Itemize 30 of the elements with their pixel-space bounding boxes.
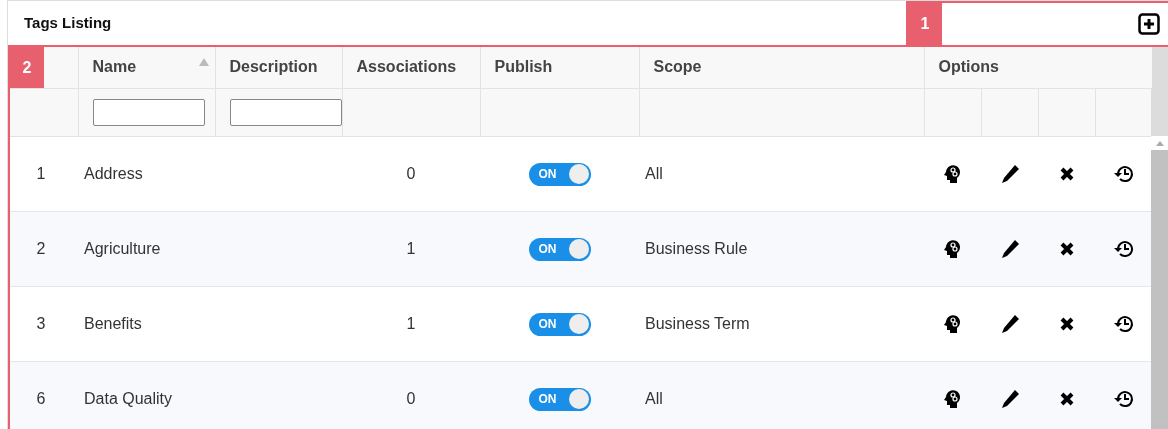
association-count: 0	[406, 164, 416, 182]
delete-icon[interactable]	[1058, 241, 1075, 258]
scope-text: All	[645, 389, 663, 407]
filter-field[interactable]	[229, 98, 342, 126]
scope-text: Business Rule	[645, 239, 748, 257]
column-header[interactable]: Name	[92, 58, 137, 76]
column-header[interactable]: Publish	[494, 58, 553, 76]
column-header[interactable]: Scope	[653, 58, 702, 76]
callout-badge: 1	[908, 3, 942, 45]
delete-icon[interactable]	[1058, 391, 1075, 408]
row-number: 1	[36, 164, 46, 182]
association-count: 1	[406, 239, 416, 257]
tag-name: Address	[84, 164, 143, 182]
tag-name: Data Quality	[84, 389, 173, 407]
row-number: 3	[36, 314, 46, 332]
panel-title: Tags Listing	[23, 12, 112, 33]
tag-name: Agriculture	[84, 239, 161, 257]
add-icon[interactable]	[1138, 13, 1160, 35]
scope-text: Business Term	[645, 314, 750, 332]
row-number: 6	[36, 389, 46, 407]
association-count: 0	[406, 389, 416, 407]
delete-icon[interactable]	[1058, 316, 1075, 333]
row-number: 2	[36, 239, 46, 257]
delete-icon[interactable]	[1058, 166, 1075, 183]
scope-text: All	[645, 164, 663, 182]
callout-badge: 2	[10, 47, 44, 88]
filter-field[interactable]	[92, 98, 205, 126]
column-header[interactable]: Options	[938, 58, 999, 76]
tag-name: Benefits	[84, 314, 142, 332]
association-count: 1	[406, 314, 416, 332]
